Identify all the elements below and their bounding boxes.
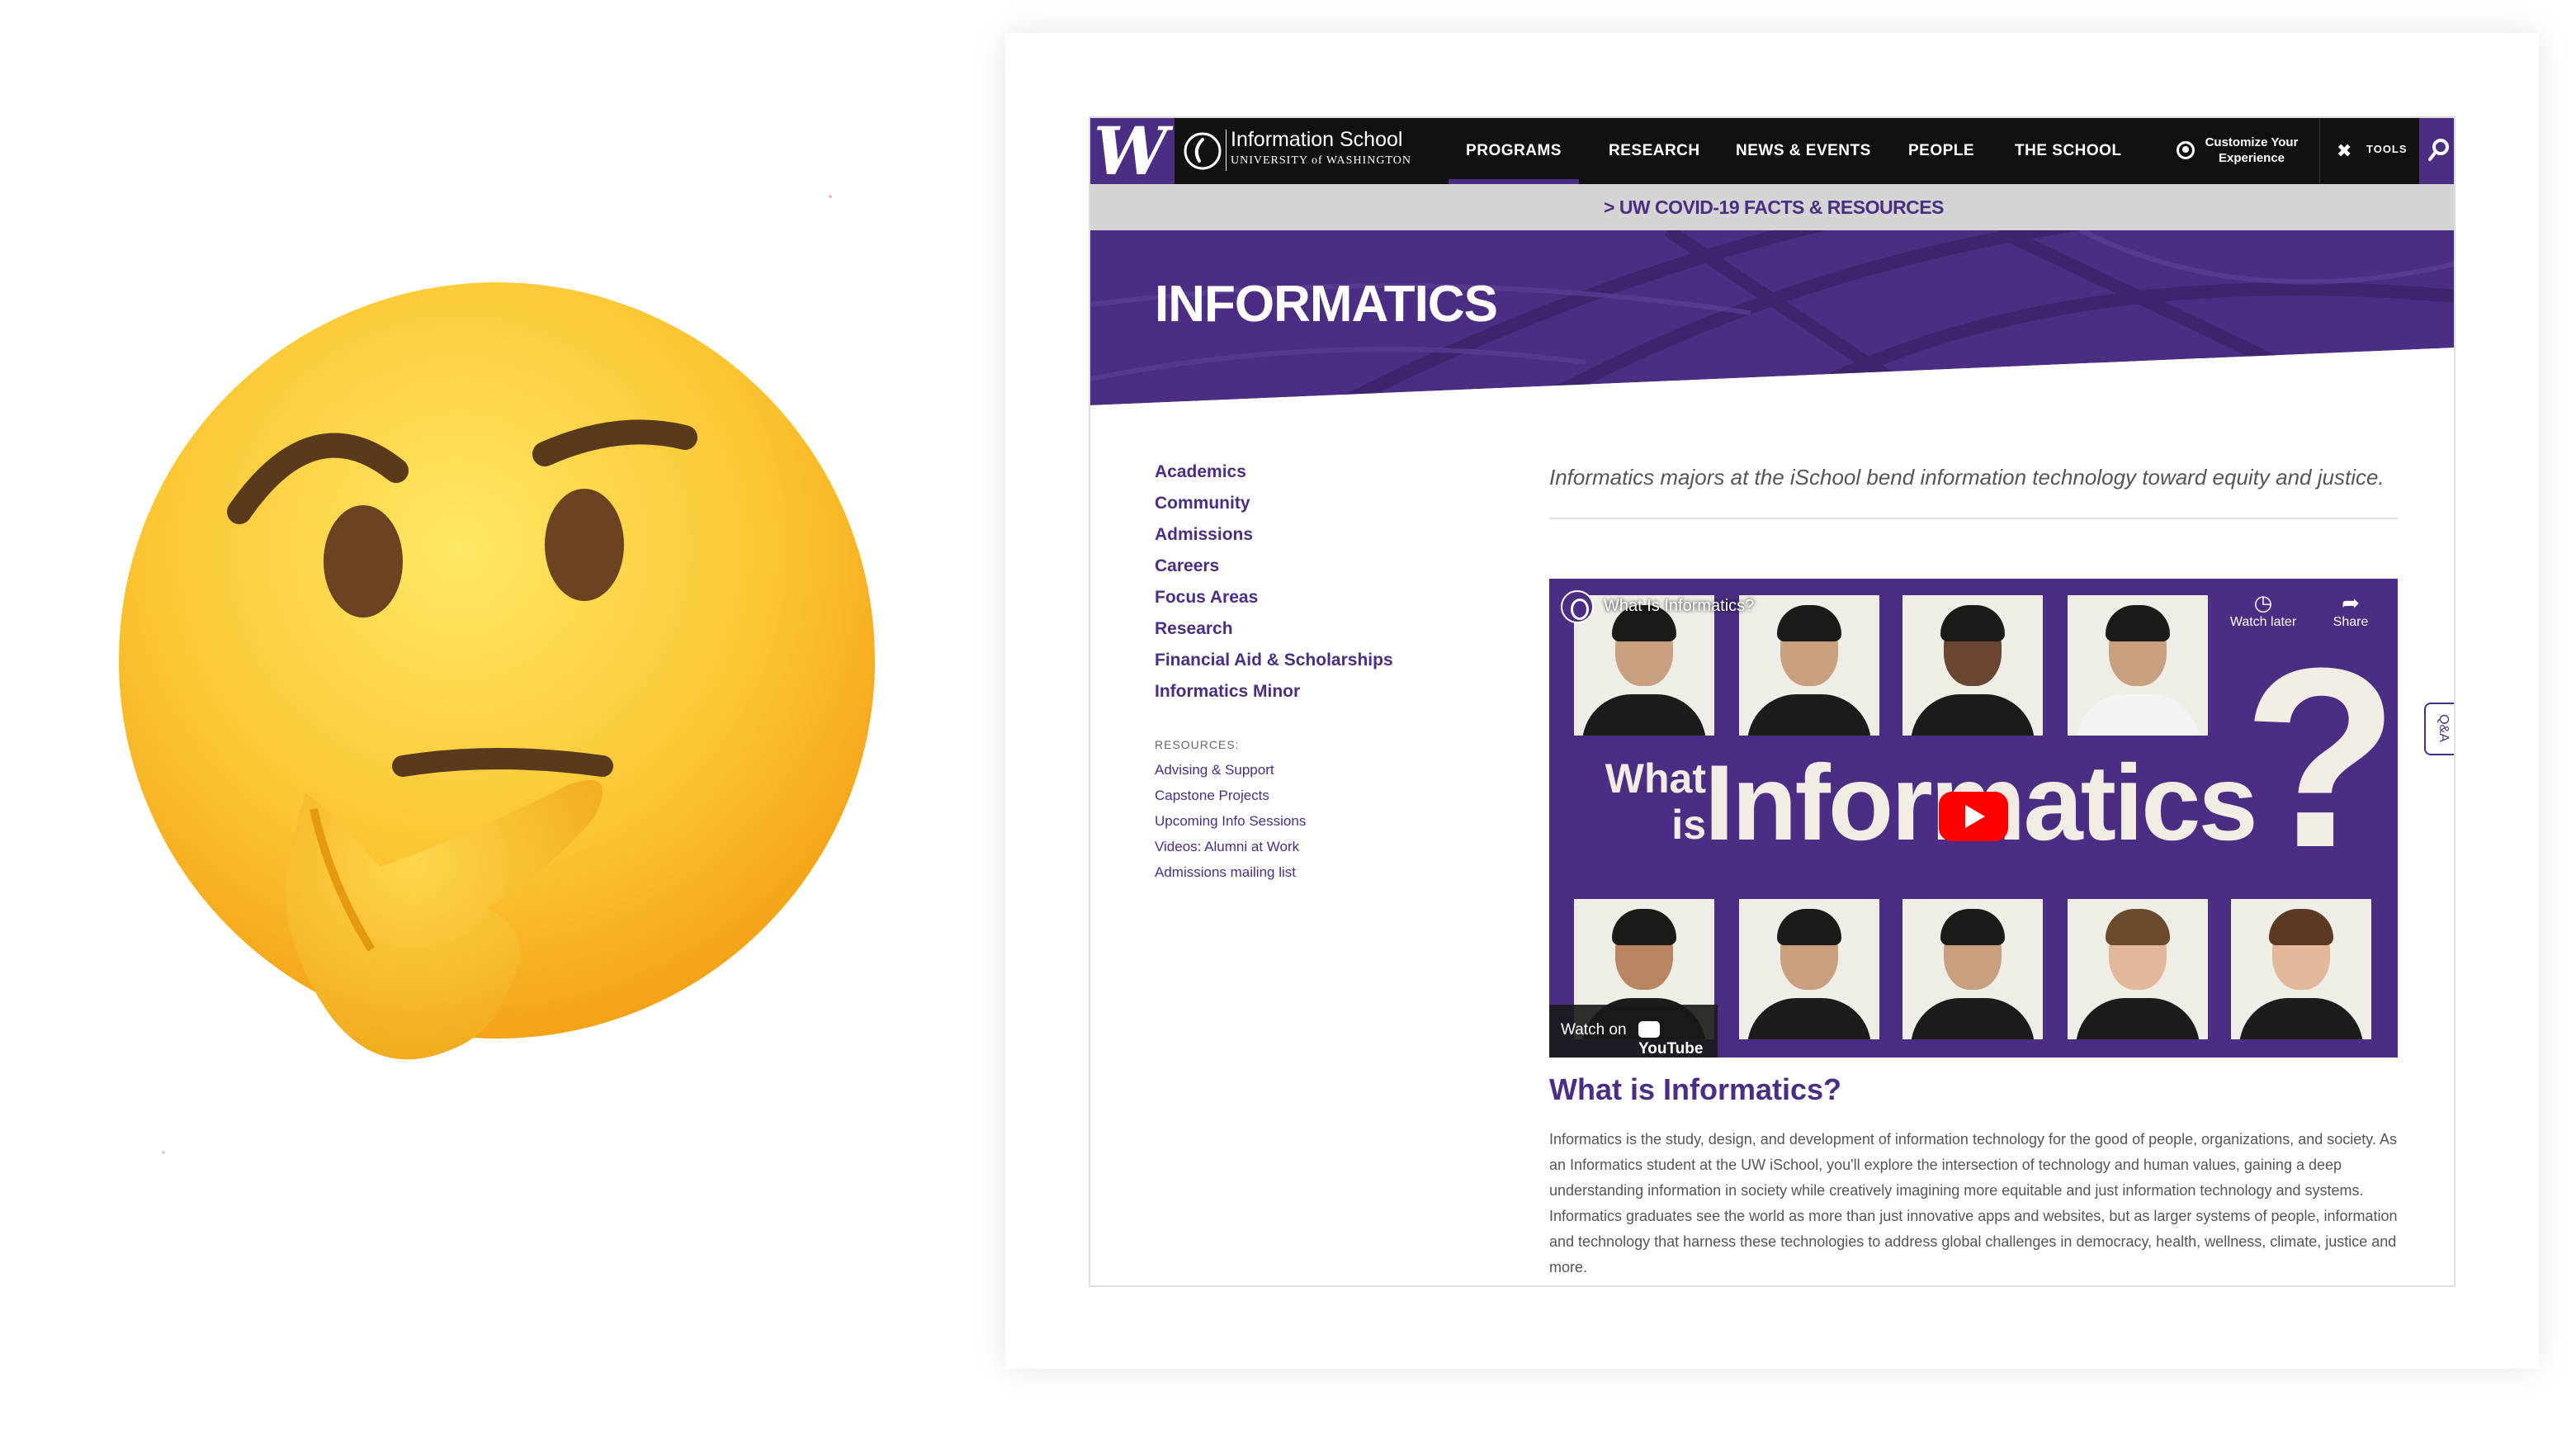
page-hero: INFORMATICS <box>1090 230 2454 409</box>
share-icon: ➦ <box>2342 590 2360 615</box>
student-photo <box>1574 595 1714 736</box>
qa-label: Q&A <box>2436 714 2451 742</box>
resource-advising[interactable]: Advising & Support <box>1155 757 1468 783</box>
graphic-what-is: What is <box>1574 755 1706 848</box>
body-paragraph: Informatics is the study, design, and de… <box>1549 1131 2398 1275</box>
youtube-logo: YouTube <box>1638 1021 1718 1058</box>
watch-on-youtube-button[interactable]: Watch on YouTube <box>1549 1005 1718 1058</box>
clock-icon: ◷ <box>2253 590 2273 615</box>
nav-divider <box>2319 118 2320 184</box>
divider <box>1549 518 2398 519</box>
top-nav: W Information School UNIVERSITY of WASHI… <box>1090 118 2454 184</box>
resource-info-sessions[interactable]: Upcoming Info Sessions <box>1155 808 1468 834</box>
student-photo <box>2068 595 2208 736</box>
student-photo <box>1739 595 1879 736</box>
video-title[interactable]: What Is Informatics? <box>1604 597 1754 616</box>
thinking-face-emoji <box>119 282 875 1060</box>
watch-later-label: Watch later <box>2229 615 2297 629</box>
search-icon <box>2428 139 2449 161</box>
video-embed[interactable]: ? What is Informatics What Is Informatic… <box>1549 579 2398 1058</box>
nav-news-events[interactable]: NEWS & EVENTS <box>1736 118 1871 184</box>
nav-programs[interactable]: PROGRAMS <box>1449 118 1579 184</box>
sidebar-item-community[interactable]: Community <box>1155 488 1468 519</box>
share-button[interactable]: ➦ Share <box>2314 590 2388 630</box>
section-heading: What is Informatics? <box>1549 1072 1842 1106</box>
covid-banner: > UW COVID-19 FACTS & RESOURCES <box>1090 184 2454 230</box>
sidebar-item-financial-aid[interactable]: Financial Aid & Scholarships <box>1155 645 1468 676</box>
website-screenshot: W Information School UNIVERSITY of WASHI… <box>1089 116 2455 1287</box>
tools-button[interactable]: ✖ TOOLS <box>2328 118 2419 184</box>
nav-research[interactable]: RESEARCH <box>1609 118 1700 184</box>
share-label: Share <box>2333 615 2369 629</box>
play-button[interactable] <box>1939 792 2008 841</box>
graphic-question-mark: ? <box>2243 614 2398 901</box>
ischool-mark-icon <box>1184 132 1222 170</box>
sidebar-item-research[interactable]: Research <box>1155 613 1468 645</box>
decor-dot <box>162 1151 165 1154</box>
decor-dot <box>829 195 832 198</box>
covid-resources-link[interactable]: > UW COVID-19 FACTS & RESOURCES <box>1604 196 1944 218</box>
student-photo <box>2231 899 2371 1039</box>
user-circle-icon <box>2177 141 2195 159</box>
sidebar-nav: Academics Community Admissions Careers F… <box>1155 457 1468 885</box>
graphic-is: is <box>1671 802 1706 848</box>
intro-text: Informatics majors at the iSchool bend i… <box>1549 465 2385 490</box>
uw-logo[interactable]: W <box>1090 118 1175 184</box>
sidebar-item-admissions[interactable]: Admissions <box>1155 519 1468 551</box>
uw-logo-letter: W <box>1094 118 1168 184</box>
sidebar-item-focus-areas[interactable]: Focus Areas <box>1155 582 1468 613</box>
ischool-subtitle: UNIVERSITY of WASHINGTON <box>1231 154 1411 167</box>
nav-the-school[interactable]: THE SCHOOL <box>2015 118 2122 184</box>
sidebar-item-informatics-minor[interactable]: Informatics Minor <box>1155 676 1468 707</box>
student-photo <box>1902 595 2043 736</box>
resource-alumni-videos[interactable]: Videos: Alumni at Work <box>1155 834 1468 859</box>
resource-mailing-list[interactable]: Admissions mailing list <box>1155 859 1468 885</box>
logo-divider <box>1226 130 1227 171</box>
customize-experience-button[interactable]: Customize Your Experience <box>2170 118 2312 184</box>
sidebar-item-careers[interactable]: Careers <box>1155 551 1468 582</box>
tools-icon: ✖ <box>2337 140 2352 161</box>
tools-label: TOOLS <box>2366 143 2408 155</box>
student-photo <box>1902 899 2043 1039</box>
page-title: INFORMATICS <box>1155 276 1498 333</box>
graphic-what: What <box>1605 755 1706 802</box>
qa-tab[interactable]: Q&A <box>2424 703 2454 755</box>
ischool-name: Information School <box>1231 128 1403 151</box>
resources-label: RESOURCES: <box>1155 738 1240 751</box>
resource-capstone[interactable]: Capstone Projects <box>1155 783 1468 808</box>
student-photo <box>1739 899 1879 1039</box>
sidebar-item-academics[interactable]: Academics <box>1155 457 1468 488</box>
nav-people[interactable]: PEOPLE <box>1908 118 1974 184</box>
ischool-logo[interactable]: Information School UNIVERSITY of WASHING… <box>1183 128 1430 176</box>
watch-later-button[interactable]: ◷ Watch later <box>2226 590 2300 630</box>
customize-label: Customize Your Experience <box>2205 135 2299 165</box>
search-button[interactable] <box>2419 118 2454 184</box>
watch-on-label: Watch on <box>1561 1021 1627 1039</box>
student-photo <box>2068 899 2208 1039</box>
channel-avatar[interactable] <box>1561 590 1594 623</box>
